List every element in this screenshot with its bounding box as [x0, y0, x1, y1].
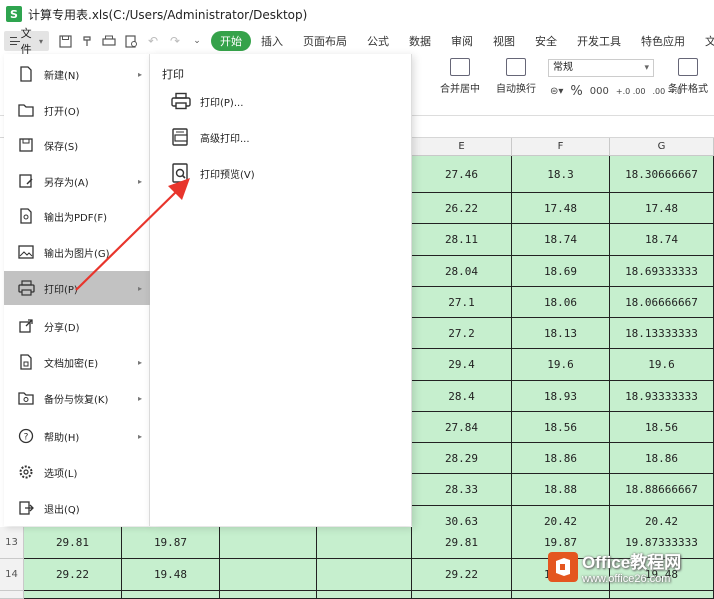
office-logo-icon: [548, 551, 578, 582]
watermark-title: Office教程网: [582, 553, 682, 572]
watermark-url: www.office26.com: [582, 573, 671, 585]
annotation-arrow: [75, 178, 190, 291]
watermark: Office教程网 www.office26.com: [548, 548, 681, 585]
